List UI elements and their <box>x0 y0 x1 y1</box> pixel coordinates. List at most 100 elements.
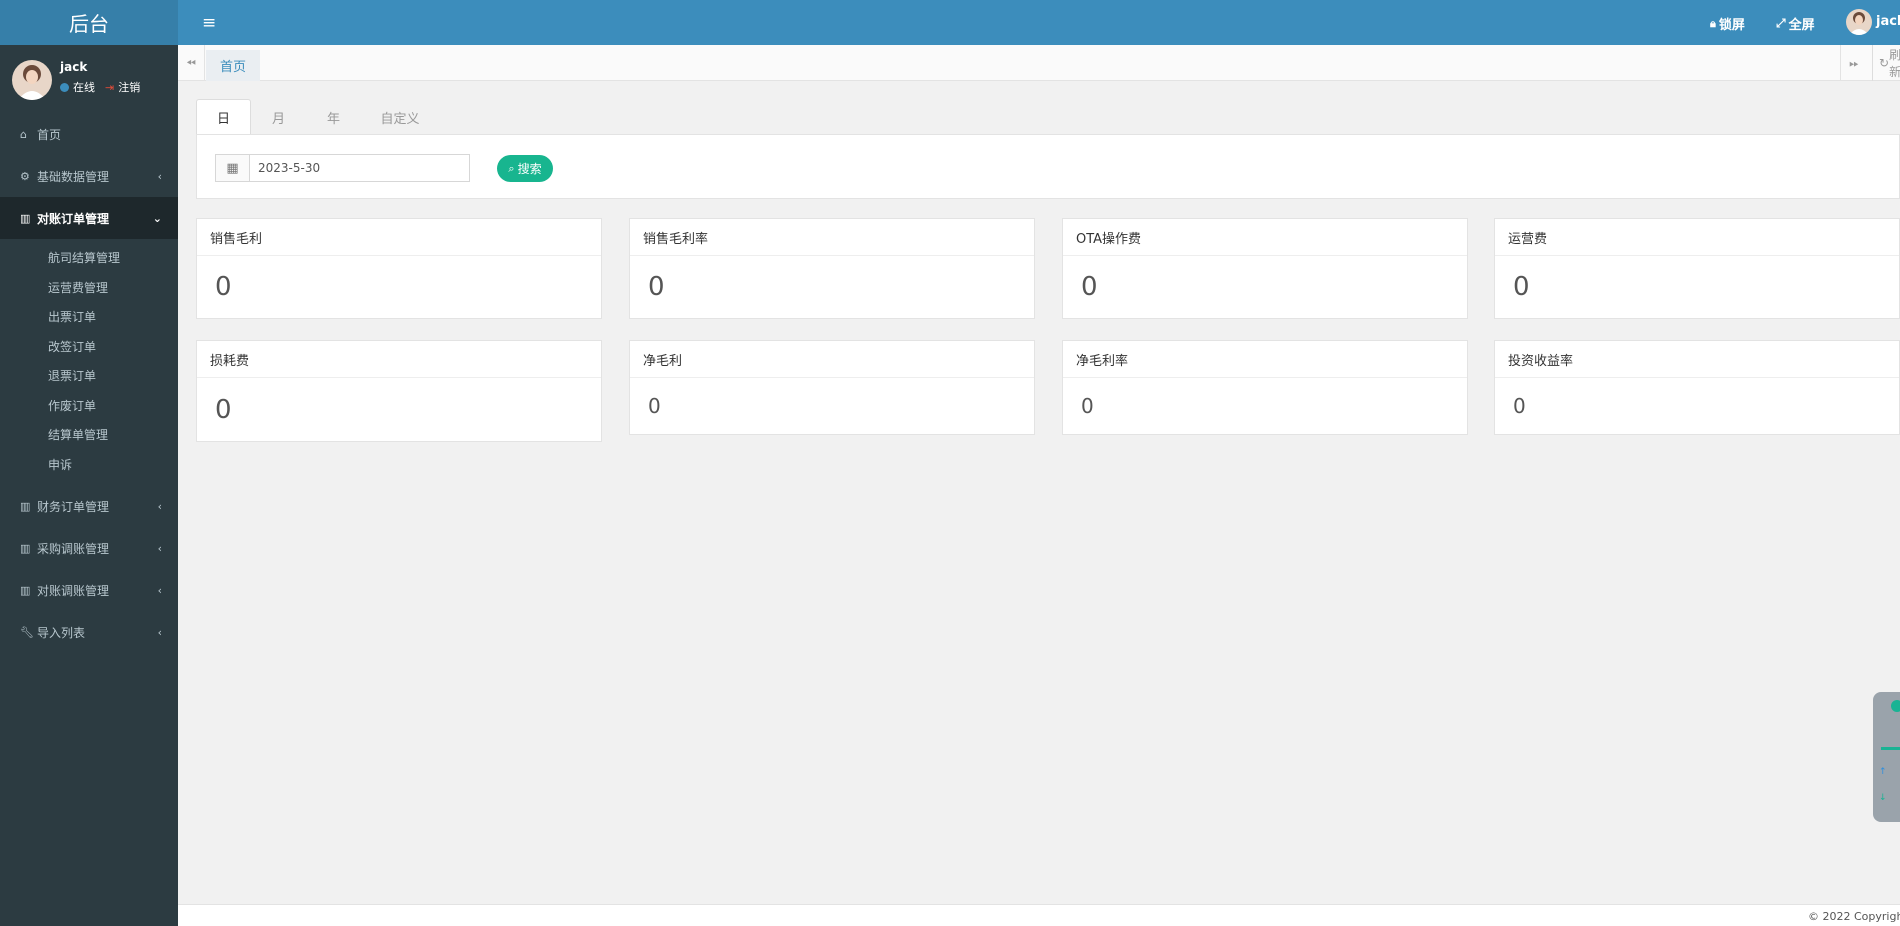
download-arrow-icon: ↓ <box>1879 793 1887 803</box>
submenu-item[interactable]: 运营费管理 <box>0 273 178 303</box>
refresh-label: 刷新 <box>1889 48 1900 79</box>
sidebar-item-reconcile-orders[interactable]: ▥ 对账订单管理 ⌄ <box>0 197 178 239</box>
chevron-down-icon: ⌄ <box>152 211 162 225</box>
submenu-item[interactable]: 申诉 <box>0 450 178 480</box>
avatar <box>12 60 52 100</box>
stat-card-value: 0 <box>215 394 232 425</box>
upload-arrow-icon: ↑ <box>1879 767 1887 777</box>
sidebar-item-label: 财务订单管理 <box>37 499 110 514</box>
logo[interactable]: 后台 <box>0 0 178 45</box>
bar-chart-icon: ▥ <box>20 583 31 597</box>
user-panel: jack 在线 ⇥ 注销 <box>0 45 178 113</box>
sidebar-item-label: 采购调账管理 <box>37 541 110 556</box>
submenu-item[interactable]: 改签订单 <box>0 332 178 362</box>
bar-chart-icon: ▥ <box>20 499 31 513</box>
stat-card-value: 0 <box>1513 272 1530 302</box>
submenu-item[interactable]: 作废订单 <box>0 391 178 421</box>
sidebar-item-label: 导入列表 <box>37 625 86 640</box>
stat-card: 销售毛利 0 <box>196 218 602 319</box>
tab-month[interactable]: 月 <box>251 99 306 135</box>
sidebar-item-home[interactable]: ⌂ 首页 <box>0 113 178 155</box>
logout-icon[interactable]: ⇥ <box>105 81 114 94</box>
search-button[interactable]: ⌕ 搜索 <box>497 155 553 182</box>
fullscreen-label: 全屏 <box>1788 18 1815 33</box>
submenu-item[interactable]: 出票订单 <box>0 302 178 332</box>
submenu-item[interactable]: 航司结算管理 <box>0 243 178 273</box>
stat-card-title: 损耗费 <box>197 341 601 378</box>
sidebar: 后台 jack 在线 ⇥ 注销 ⌂ 首页 ⚙ 基础数据管理 ‹ ▥ 对账订单管理… <box>0 0 178 926</box>
floating-network-widget[interactable]: ↑ ↓ <box>1873 692 1900 822</box>
tab-bar: ⏪︎ 首页 ⏩︎ ↻ 刷新 <box>178 45 1900 81</box>
gears-icon: ⚙ <box>20 169 30 183</box>
stat-card: 净毛利 0 <box>629 340 1035 435</box>
stat-card-value: 0 <box>648 272 665 302</box>
tab-day[interactable]: 日 <box>196 99 251 135</box>
stat-card-title: 净毛利率 <box>1063 341 1467 378</box>
stat-card-title: 净毛利 <box>630 341 1034 378</box>
refresh-icon: ↻ <box>1879 56 1890 70</box>
sidebar-item-label: 基础数据管理 <box>37 169 110 184</box>
refresh-button[interactable]: ↻ 刷新 <box>1872 45 1900 81</box>
header-avatar[interactable] <box>1846 9 1872 35</box>
date-value[interactable]: 2023-5-30 <box>250 155 320 181</box>
stat-card: 损耗费 0 <box>196 340 602 442</box>
chevron-left-icon: ‹ <box>157 583 162 597</box>
period-tabs: 日 月 年 自定义 <box>196 99 439 135</box>
sidebar-item-finance-orders[interactable]: ▥ 财务订单管理 ‹ <box>0 485 178 527</box>
tab-scroll-left-icon[interactable]: ⏪︎ <box>178 45 205 81</box>
submenu-item[interactable]: 结算单管理 <box>0 420 178 450</box>
online-dot-icon <box>60 82 69 92</box>
submenu-reconcile-orders: 航司结算管理 运营费管理 出票订单 改签订单 退票订单 作废订单 结算单管理 申… <box>0 239 178 485</box>
search-button-label: 搜索 <box>517 162 542 176</box>
lock-screen-label: 锁屏 <box>1718 18 1745 33</box>
wrench-icon: 🔧︎ <box>20 625 34 639</box>
expand-icon: ⤢ <box>1776 16 1786 30</box>
tab-year[interactable]: 年 <box>306 99 361 135</box>
tab-home[interactable]: 首页 <box>206 50 261 81</box>
sidebar-item-purchase-adjust[interactable]: ▥ 采购调账管理 ‹ <box>0 527 178 569</box>
submenu-item[interactable]: 退票订单 <box>0 361 178 391</box>
search-panel: ▦ 2023-5-30 ⌕ 搜索 <box>196 134 1900 199</box>
stat-card-title: 投资收益率 <box>1495 341 1899 378</box>
chevron-left-icon: ‹ <box>157 499 162 513</box>
date-field[interactable]: ▦ 2023-5-30 <box>215 154 470 182</box>
lock-icon: 🔒︎ <box>1710 16 1716 30</box>
stat-card: 投资收益率 0 <box>1494 340 1900 435</box>
widget-bar <box>1881 747 1900 750</box>
bar-chart-icon: ▥ <box>20 541 31 555</box>
user-name: jack <box>60 60 88 74</box>
stat-card: 销售毛利率 0 <box>629 218 1035 319</box>
stat-card-value: 0 <box>1513 394 1526 418</box>
stat-card-value: 0 <box>1081 394 1094 418</box>
calendar-icon[interactable]: ▦ <box>216 155 250 181</box>
lock-screen-button[interactable]: 🔒︎ 锁屏 <box>1710 14 1745 34</box>
chevron-left-icon: ‹ <box>157 541 162 555</box>
tab-scroll-right-icon[interactable]: ⏩︎ <box>1840 45 1867 81</box>
sidebar-item-basic-data[interactable]: ⚙ 基础数据管理 ‹ <box>0 155 178 197</box>
shield-check-icon <box>1891 700 1900 712</box>
top-header: ≡ 🔒︎ 锁屏 ⤢ 全屏 jack <box>178 0 1900 45</box>
chevron-left-icon: ‹ <box>157 625 162 639</box>
fullscreen-button[interactable]: ⤢ 全屏 <box>1776 14 1815 33</box>
online-label: 在线 <box>73 81 95 94</box>
home-icon: ⌂ <box>20 127 27 141</box>
stat-card-value: 0 <box>215 272 232 302</box>
sidebar-item-reconcile-adjust[interactable]: ▥ 对账调账管理 ‹ <box>0 569 178 611</box>
search-icon: ⌕ <box>508 161 515 175</box>
header-user-name[interactable]: jack <box>1876 14 1900 29</box>
copyright-text: © 2022 Copyright <box>1808 910 1900 923</box>
stat-card: OTA操作费 0 <box>1062 218 1468 319</box>
tab-custom[interactable]: 自定义 <box>361 99 439 135</box>
bar-chart-icon: ▥ <box>20 211 31 225</box>
hamburger-icon[interactable]: ≡ <box>202 13 216 33</box>
logout-link[interactable]: 注销 <box>118 79 140 95</box>
stat-card-title: 销售毛利 <box>197 219 601 256</box>
footer: © 2022 Copyright <box>178 904 1900 926</box>
chevron-left-icon: ‹ <box>157 169 162 183</box>
sidebar-item-label: 对账调账管理 <box>37 583 110 598</box>
stat-card-title: 销售毛利率 <box>630 219 1034 256</box>
sidebar-item-label: 对账订单管理 <box>37 211 110 226</box>
sidebar-item-import-list[interactable]: 🔧︎ 导入列表 ‹ <box>0 611 178 653</box>
stat-card-value: 0 <box>1081 272 1098 302</box>
stat-card: 运营费 0 <box>1494 218 1900 319</box>
